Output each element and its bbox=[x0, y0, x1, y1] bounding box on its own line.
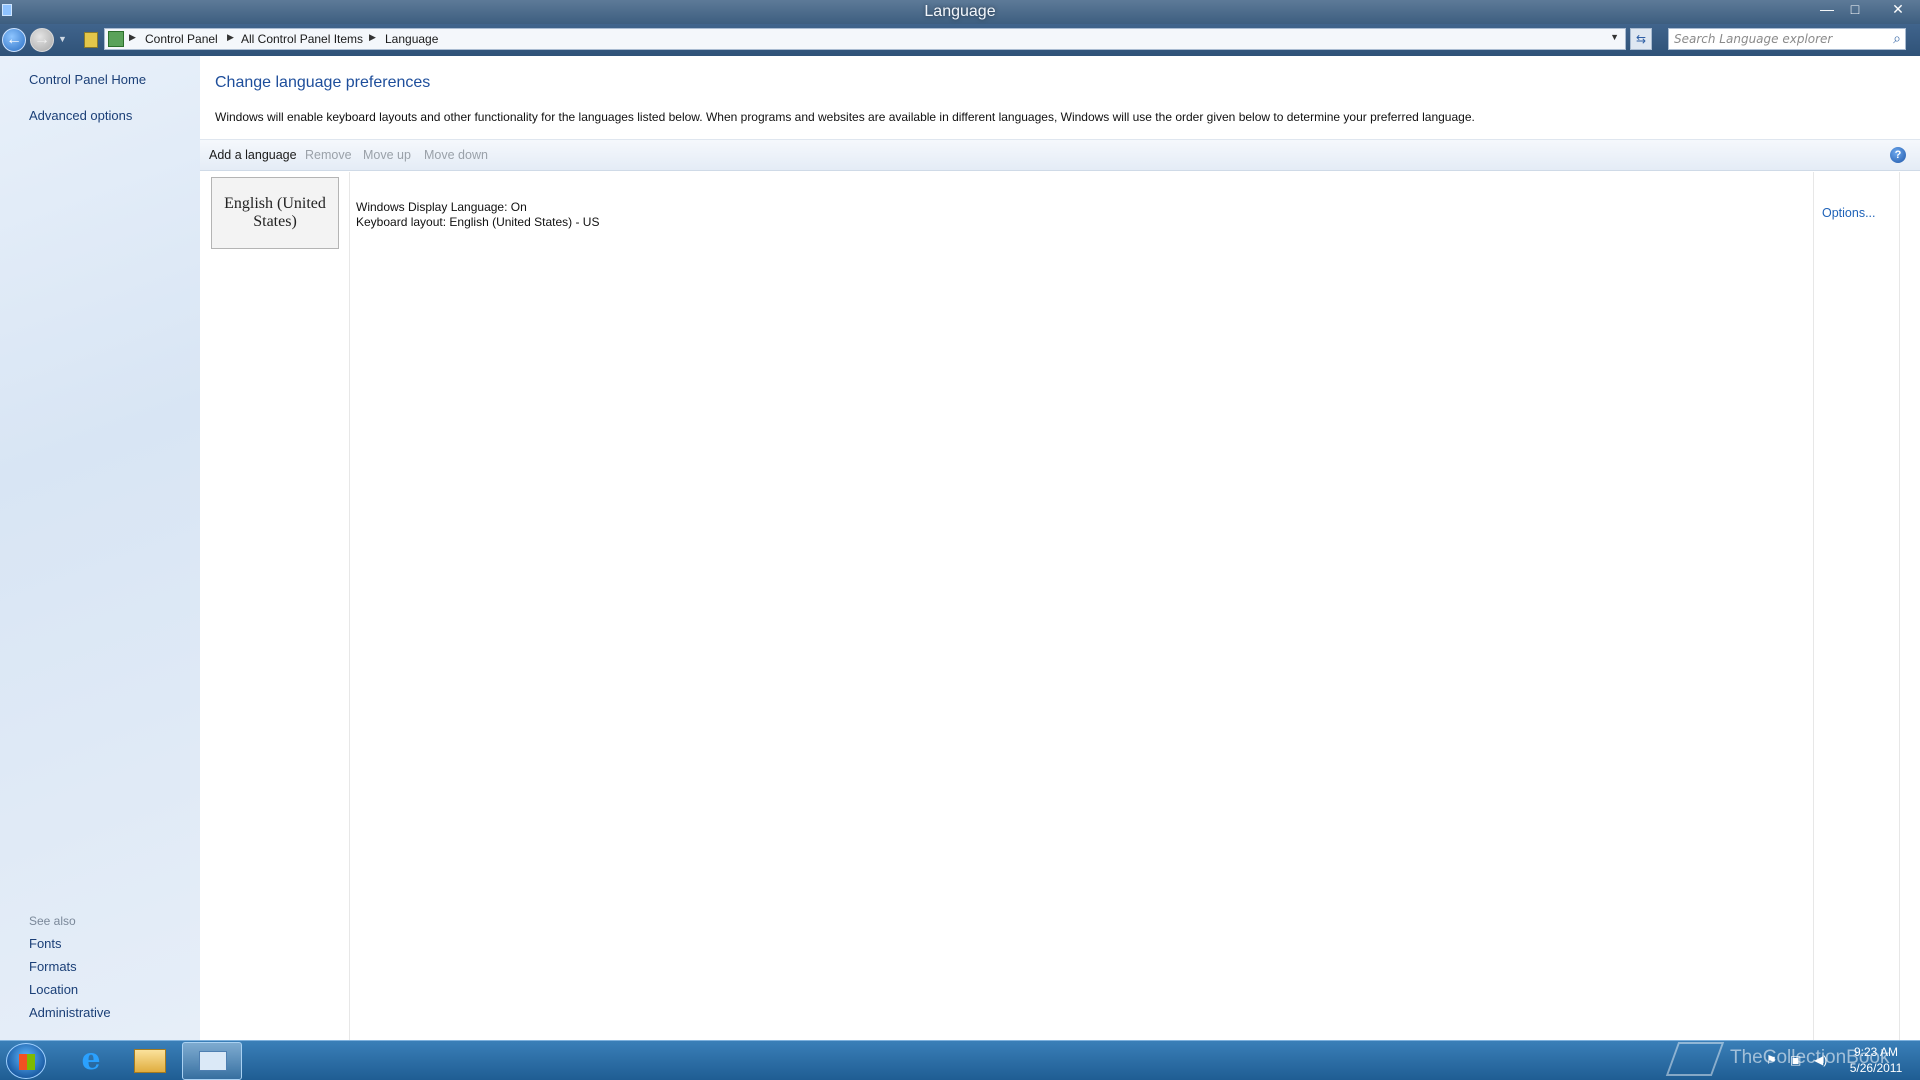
administrative-link[interactable]: Administrative bbox=[29, 1005, 111, 1020]
help-icon[interactable]: ? bbox=[1890, 147, 1906, 163]
main-content: Change language preferences Windows will… bbox=[200, 56, 1920, 1040]
maximize-button[interactable]: □ bbox=[1842, 1, 1868, 18]
left-navigation-pane: Control Panel Home Advanced options See … bbox=[0, 56, 200, 1040]
language-name-line: States) bbox=[253, 213, 297, 230]
search-box[interactable]: ⌕ bbox=[1668, 28, 1906, 50]
column-divider bbox=[349, 172, 350, 1040]
search-icon[interactable]: ⌕ bbox=[1893, 30, 1901, 47]
language-toolbar: Add a language Remove Move up Move down … bbox=[200, 139, 1920, 171]
language-list: English (United States) Windows Display … bbox=[200, 172, 1920, 1040]
language-tile-english-us[interactable]: English (United States) bbox=[211, 177, 339, 249]
add-language-button[interactable]: Add a language bbox=[209, 148, 297, 162]
page-description: Windows will enable keyboard layouts and… bbox=[215, 110, 1475, 124]
move-down-button[interactable]: Move down bbox=[424, 148, 488, 162]
language-name-line: English (United bbox=[224, 195, 326, 212]
internet-explorer-icon: e bbox=[81, 1042, 101, 1077]
control-panel-location-icon bbox=[108, 31, 124, 47]
close-button[interactable]: ✕ bbox=[1880, 1, 1916, 18]
watermark-book-icon bbox=[1665, 1042, 1725, 1076]
recent-pages-chevron-icon[interactable]: ▼ bbox=[58, 34, 67, 44]
keyboard-layout-status: Keyboard layout: English (United States)… bbox=[356, 215, 600, 229]
taskbar-control-panel[interactable] bbox=[182, 1042, 242, 1080]
network-icon[interactable]: ▣ bbox=[1790, 1053, 1801, 1067]
breadcrumb-all-control-panel-items[interactable]: All Control Panel Items bbox=[241, 32, 363, 46]
see-also-label: See also bbox=[29, 914, 76, 928]
breadcrumb-separator-icon[interactable]: ▶ bbox=[129, 32, 136, 43]
control-panel-home-link[interactable]: Control Panel Home bbox=[29, 72, 146, 87]
column-divider bbox=[1899, 172, 1900, 1040]
breadcrumb-control-panel[interactable]: Control Panel bbox=[145, 32, 218, 46]
volume-icon[interactable]: ◀) bbox=[1814, 1053, 1827, 1067]
window-title: Language bbox=[924, 3, 996, 20]
clock-time: 9:23 AM bbox=[1853, 1045, 1899, 1059]
system-clock[interactable]: 9:23 AM 5/26/2011 bbox=[1838, 1044, 1914, 1076]
taskbar: e TheCollectionBook ⚑ ▣ ◀) 9:23 AM 5/26/… bbox=[0, 1040, 1920, 1080]
fonts-link[interactable]: Fonts bbox=[29, 936, 62, 951]
action-center-flag-icon[interactable]: ⚑ bbox=[1766, 1053, 1777, 1067]
formats-link[interactable]: Formats bbox=[29, 959, 77, 974]
search-input[interactable] bbox=[1674, 31, 1874, 47]
breadcrumb-language[interactable]: Language bbox=[385, 32, 438, 46]
column-divider bbox=[1813, 172, 1814, 1040]
remove-button[interactable]: Remove bbox=[305, 148, 352, 162]
page-title: Change language preferences bbox=[215, 74, 431, 91]
up-folder-icon[interactable] bbox=[84, 32, 98, 48]
advanced-options-link[interactable]: Advanced options bbox=[29, 108, 132, 123]
breadcrumb-separator-icon[interactable]: ▶ bbox=[369, 32, 376, 43]
clock-date: 5/26/2011 bbox=[1849, 1061, 1903, 1075]
taskbar-windows-explorer[interactable] bbox=[122, 1042, 178, 1080]
refresh-button[interactable]: ⇆ bbox=[1630, 28, 1652, 50]
start-button[interactable] bbox=[6, 1043, 46, 1079]
language-details: Windows Display Language: On Keyboard la… bbox=[356, 200, 599, 230]
title-bar: Language ― □ ✕ bbox=[0, 0, 1920, 24]
location-link[interactable]: Location bbox=[29, 982, 78, 997]
folder-icon bbox=[134, 1049, 166, 1073]
display-language-status: Windows Display Language: On bbox=[356, 200, 527, 214]
address-dropdown-icon[interactable]: ▼ bbox=[1610, 32, 1619, 42]
language-options-link[interactable]: Options... bbox=[1822, 206, 1876, 220]
taskbar-internet-explorer[interactable]: e bbox=[62, 1042, 118, 1080]
move-up-button[interactable]: Move up bbox=[363, 148, 411, 162]
address-bar[interactable]: ▶ Control Panel ▶ All Control Panel Item… bbox=[104, 28, 1626, 50]
navigation-bar: ← → ▼ ▶ Control Panel ▶ All Control Pane… bbox=[0, 24, 1920, 56]
breadcrumb-separator-icon[interactable]: ▶ bbox=[227, 32, 234, 43]
forward-button[interactable]: → bbox=[30, 28, 54, 52]
back-button[interactable]: ← bbox=[2, 28, 26, 52]
minimize-button[interactable]: ― bbox=[1814, 1, 1840, 18]
windows-logo-icon bbox=[19, 1054, 35, 1070]
control-panel-icon bbox=[199, 1051, 227, 1071]
